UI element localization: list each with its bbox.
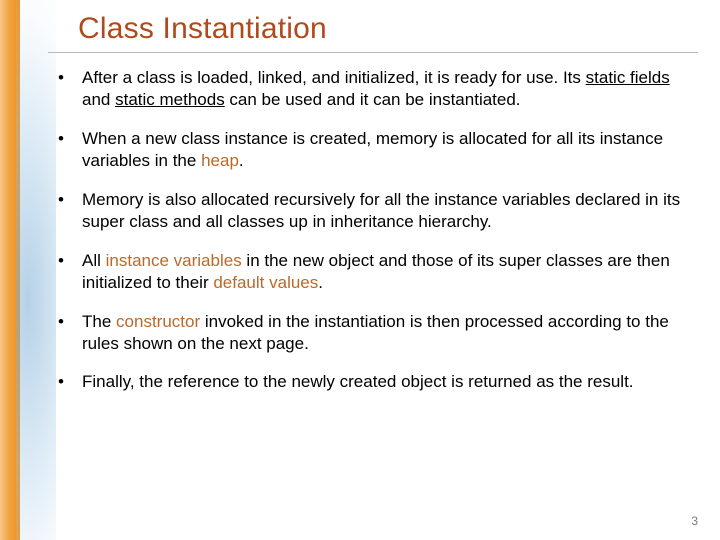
text: All [82, 251, 106, 270]
text: . [318, 273, 323, 292]
list-item: Memory is also allocated recursively for… [48, 189, 692, 234]
text: After a class is loaded, linked, and ini… [82, 68, 586, 87]
accent-term: instance variables [106, 251, 242, 270]
accent-term: constructor [116, 312, 200, 331]
slide-content: Class Instantiation After a class is loa… [38, 0, 708, 540]
bullet-list: After a class is loaded, linked, and ini… [48, 67, 698, 394]
underlined-term: static fields [586, 68, 670, 87]
accent-term: heap [201, 151, 239, 170]
page-number: 3 [691, 514, 698, 528]
list-item: Finally, the reference to the newly crea… [48, 371, 692, 393]
list-item: The constructor invoked in the instantia… [48, 311, 692, 356]
text: can be used and it can be instantiated. [225, 90, 521, 109]
text: The [82, 312, 116, 331]
text: and [82, 90, 115, 109]
accent-term: default values [213, 273, 318, 292]
text: Finally, the reference to the newly crea… [82, 372, 634, 391]
underlined-term: static methods [115, 90, 225, 109]
list-item: When a new class instance is created, me… [48, 128, 692, 173]
title-underline [48, 52, 698, 53]
text: . [239, 151, 244, 170]
text: When a new class instance is created, me… [82, 129, 663, 170]
page-title: Class Instantiation [78, 12, 698, 46]
list-item: All instance variables in the new object… [48, 250, 692, 295]
text: Memory is also allocated recursively for… [82, 190, 680, 231]
list-item: After a class is loaded, linked, and ini… [48, 67, 692, 112]
